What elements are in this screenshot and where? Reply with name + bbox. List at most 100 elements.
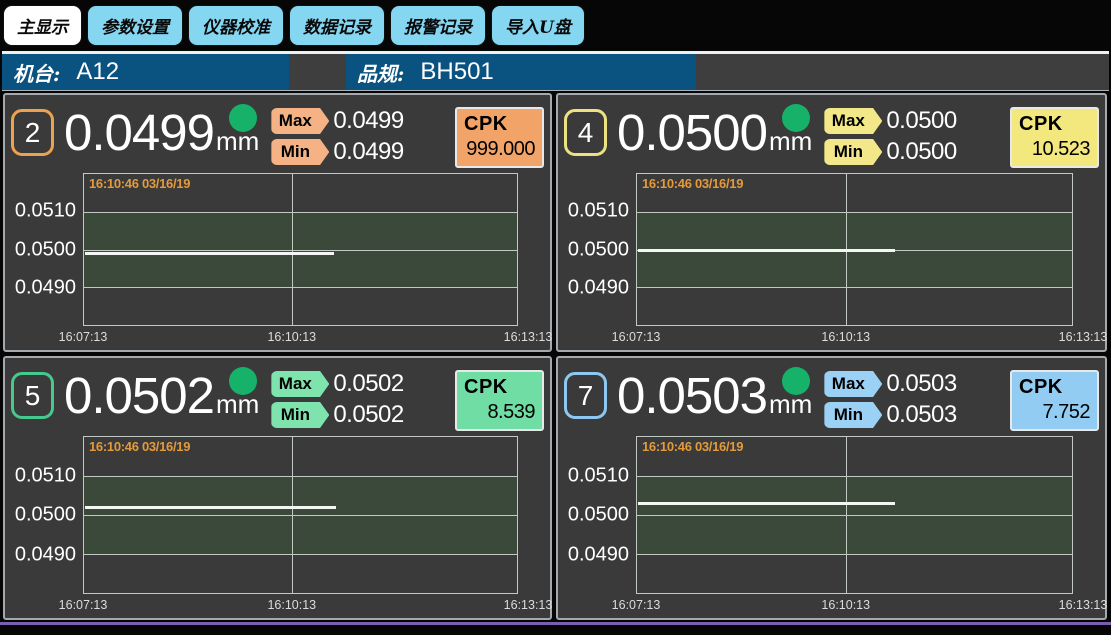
- grid-line-v: [292, 174, 293, 325]
- x-axis: 16:07:13 16:10:13 16:13:13: [83, 328, 518, 346]
- machine-label: 机台:: [13, 58, 60, 87]
- y-tick: 0.0510: [15, 464, 76, 487]
- minmax-block: Max 0.0500 Min 0.0500: [824, 108, 956, 165]
- min-row: Min 0.0503: [824, 402, 956, 428]
- tab-main-display[interactable]: 主显示: [3, 5, 82, 46]
- grid-line-h: [84, 554, 517, 555]
- max-tag: Max: [824, 108, 882, 134]
- y-axis: 0.0510 0.0500 0.0490: [564, 436, 634, 594]
- y-tick: 0.0490: [568, 276, 629, 299]
- x-tick: 16:10:13: [267, 330, 316, 344]
- plot-area: 16:10:46 03/16/19: [83, 173, 518, 326]
- max-row: Max 0.0499: [271, 108, 403, 134]
- x-axis: 16:07:13 16:10:13 16:13:13: [83, 596, 518, 614]
- y-tick: 0.0510: [568, 464, 629, 487]
- measurement-readout: 0.0500mm: [617, 103, 812, 163]
- channel-number-badge: 4: [564, 109, 607, 156]
- trend-chart: 0.0510 0.0500 0.0490 16:10:46 03/16/19 1…: [11, 173, 544, 346]
- trace-line: [638, 249, 895, 252]
- measurement-value: 0.0503: [617, 367, 767, 424]
- x-axis: 16:07:13 16:10:13 16:13:13: [636, 328, 1073, 346]
- grid-line-h: [637, 287, 1072, 288]
- max-tag: Max: [824, 371, 882, 397]
- tab-bar: 主显示 参数设置 仪器校准 数据记录 报警记录 导入U盘: [3, 5, 585, 46]
- max-row: Max 0.0503: [824, 371, 956, 397]
- product-label: 品规:: [357, 58, 404, 87]
- chart-timestamp: 16:10:46 03/16/19: [642, 439, 743, 454]
- cpk-label: CPK: [464, 112, 535, 136]
- minmax-block: Max 0.0499 Min 0.0499: [271, 108, 403, 165]
- y-tick: 0.0510: [568, 200, 629, 223]
- cpk-label: CPK: [464, 375, 535, 399]
- y-tick: 0.0500: [568, 504, 629, 527]
- grid-line-h: [84, 515, 517, 516]
- measurement-value: 0.0500: [617, 104, 767, 161]
- plot-area: 16:10:46 03/16/19: [83, 436, 518, 594]
- max-value: 0.0503: [886, 370, 956, 398]
- y-tick: 0.0490: [568, 543, 629, 566]
- trend-chart: 0.0510 0.0500 0.0490 16:10:46 03/16/19 1…: [564, 436, 1099, 614]
- cpk-value: 10.523: [1019, 136, 1090, 163]
- min-tag: Min: [271, 402, 329, 428]
- max-value: 0.0502: [333, 370, 403, 398]
- grid-line-h: [84, 476, 517, 477]
- panel-header: 2 0.0499mm Max 0.0499 Min 0.0499: [11, 97, 544, 173]
- min-tag: Min: [824, 402, 882, 428]
- measurement-readout: 0.0499mm: [64, 103, 259, 163]
- y-tick: 0.0500: [15, 504, 76, 527]
- y-tick: 0.0490: [15, 276, 76, 299]
- max-row: Max 0.0500: [824, 108, 956, 134]
- chart-timestamp: 16:10:46 03/16/19: [89, 176, 190, 191]
- min-row: Min 0.0502: [271, 402, 403, 428]
- cpk-label: CPK: [1019, 375, 1090, 399]
- panel-header: 7 0.0503mm Max 0.0503 Min 0.0503: [564, 360, 1099, 436]
- measurement-readout: 0.0503mm: [617, 366, 812, 426]
- panel-header: 4 0.0500mm Max 0.0500 Min 0.0500: [564, 97, 1099, 173]
- product-field[interactable]: 品规: BH501: [346, 54, 696, 90]
- y-tick: 0.0510: [15, 200, 76, 223]
- machine-field[interactable]: 机台: A12: [2, 54, 289, 90]
- grid-line-h: [84, 212, 517, 213]
- x-tick: 16:10:13: [821, 330, 870, 344]
- bottom-accent-line: [0, 622, 1111, 625]
- trace-line: [85, 506, 336, 509]
- measurement-panel: 2 0.0499mm Max 0.0499 Min 0.0499: [3, 93, 552, 352]
- trace-line: [85, 252, 334, 255]
- tab-data-record[interactable]: 数据记录: [289, 5, 385, 46]
- min-tag: Min: [824, 139, 882, 165]
- tab-instrument-calibration[interactable]: 仪器校准: [188, 5, 284, 46]
- product-value: BH501: [420, 58, 493, 86]
- cpk-box: CPK 7.752: [1010, 370, 1099, 431]
- hmi-screen: 主显示 参数设置 仪器校准 数据记录 报警记录 导入U盘 机台: A12 品规:…: [0, 0, 1111, 635]
- max-tag: Max: [271, 371, 329, 397]
- y-tick: 0.0500: [15, 238, 76, 261]
- measurement-panel: 4 0.0500mm Max 0.0500 Min 0.0500: [556, 93, 1107, 352]
- tab-alarm-record[interactable]: 报警记录: [390, 5, 486, 46]
- cpk-value: 7.752: [1019, 399, 1090, 426]
- tab-parameter-settings[interactable]: 参数设置: [87, 5, 183, 46]
- tab-import-usb[interactable]: 导入U盘: [491, 5, 585, 46]
- min-value: 0.0500: [886, 138, 956, 166]
- measurement-panel: 5 0.0502mm Max 0.0502 Min 0.0502: [3, 356, 552, 620]
- grid-line-v: [846, 437, 847, 593]
- panel-header: 5 0.0502mm Max 0.0502 Min 0.0502: [11, 360, 544, 436]
- min-row: Min 0.0499: [271, 139, 403, 165]
- chart-timestamp: 16:10:46 03/16/19: [642, 176, 743, 191]
- grid-line-h: [84, 250, 517, 251]
- info-bar-gap: [289, 54, 346, 90]
- grid-line-v: [292, 437, 293, 593]
- grid-line-h: [637, 212, 1072, 213]
- grid-line-h: [637, 515, 1072, 516]
- max-tag: Max: [271, 108, 329, 134]
- min-row: Min 0.0500: [824, 139, 956, 165]
- measurement-panel: 7 0.0503mm Max 0.0503 Min 0.0503: [556, 356, 1107, 620]
- cpk-label: CPK: [1019, 112, 1090, 136]
- y-tick: 0.0500: [568, 238, 629, 261]
- x-tick: 16:07:13: [612, 330, 661, 344]
- max-value: 0.0499: [333, 107, 403, 135]
- channel-number-badge: 2: [11, 109, 54, 156]
- panel-grid: 2 0.0499mm Max 0.0499 Min 0.0499: [3, 93, 1107, 620]
- minmax-block: Max 0.0502 Min 0.0502: [271, 371, 403, 428]
- cpk-box: CPK 999.000: [455, 107, 544, 168]
- machine-value: A12: [76, 58, 119, 86]
